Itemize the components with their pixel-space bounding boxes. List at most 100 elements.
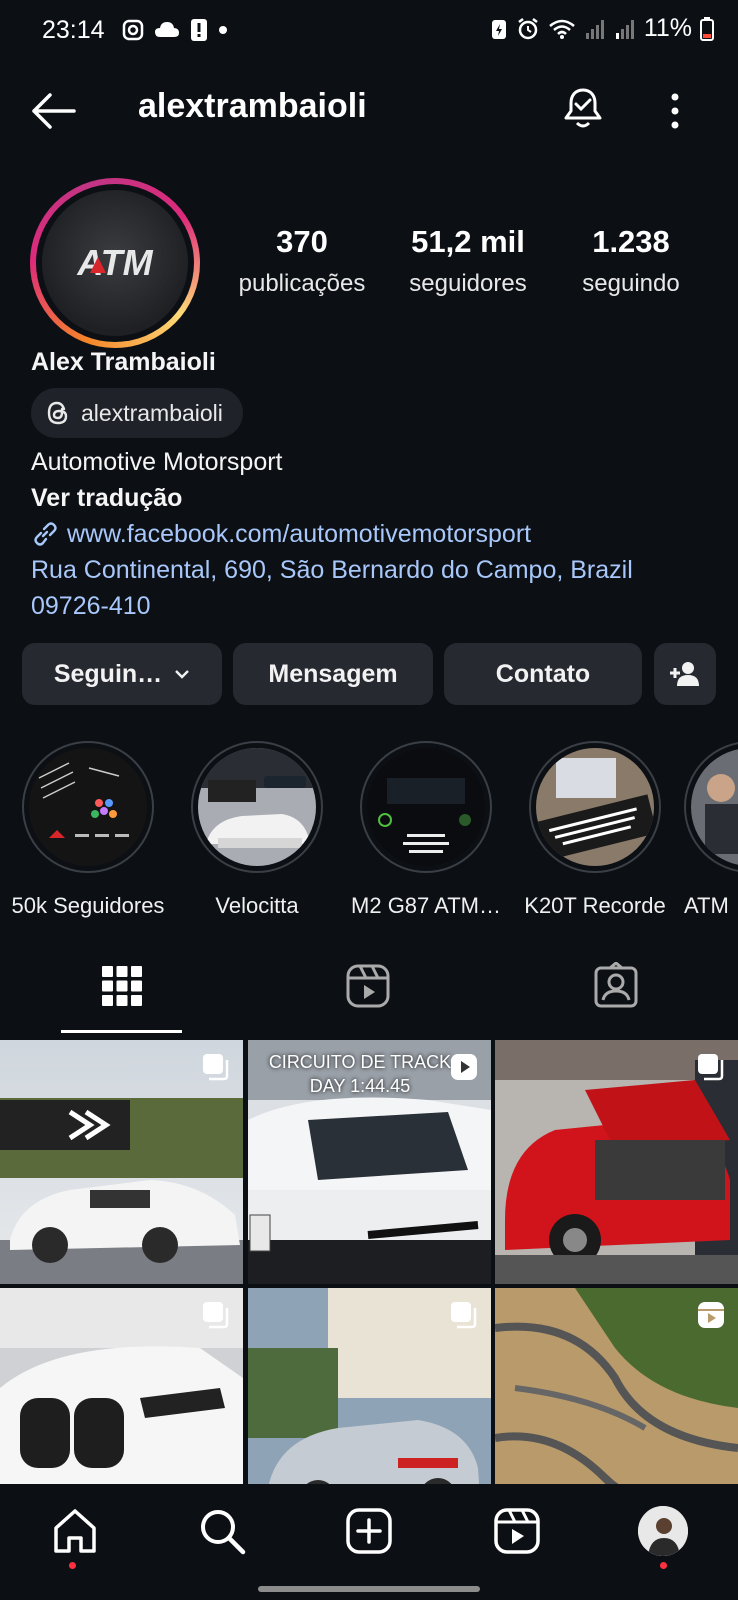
status-right-icons: 11% <box>490 14 714 43</box>
more-options-icon[interactable] <box>660 89 690 133</box>
active-tab-indicator <box>61 1030 182 1033</box>
gesture-bar <box>258 1586 480 1592</box>
status-bar: 23:14 11% <box>0 0 738 62</box>
carousel-icon <box>203 1302 229 1329</box>
address-line1[interactable]: Rua Continental, 690, São Bernardo do Ca… <box>31 552 633 588</box>
content-tabs <box>0 950 738 1036</box>
stat-followers[interactable]: 51,2 mil seguidores <box>398 224 538 298</box>
highlight-atm[interactable]: ATM <box>684 741 738 919</box>
stat-posts-label: publicações <box>238 270 366 297</box>
contact-button[interactable]: Contato <box>444 643 642 705</box>
highlight-ring <box>191 741 323 873</box>
highlight-ring <box>22 741 154 873</box>
post-caption: CIRCUITO DE TRACK DAY 1:44.45 <box>268 1052 452 1096</box>
stat-following[interactable]: 1.238 seguindo <box>561 224 701 298</box>
create-post-icon[interactable] <box>344 1506 394 1556</box>
reels-nav-icon[interactable] <box>492 1506 542 1556</box>
highlight-label: M2 G87 ATM… <box>351 893 501 918</box>
tab-tagged-icon[interactable] <box>592 962 640 1010</box>
highlight-cover-atm <box>691 748 738 866</box>
profile-bio: Automotive Motorsport Ver tradução www.f… <box>31 444 633 624</box>
battery-percent: 11% <box>643 14 692 42</box>
message-button-label: Mensagem <box>268 659 398 688</box>
reel-icon <box>451 1054 477 1080</box>
highlight-cover-m2 <box>367 748 485 866</box>
battery-saver-icon <box>491 19 506 39</box>
wifi-icon <box>549 19 575 39</box>
tab-grid-icon[interactable] <box>98 962 146 1010</box>
highlight-label: Velocitta <box>215 893 299 918</box>
highlight-50k[interactable]: 50k Seguidores <box>8 741 168 919</box>
highlight-cover-graphic <box>198 748 316 866</box>
highlight-cover-graphic <box>536 748 654 866</box>
threads-badge[interactable]: alextrambaioli <box>31 388 243 438</box>
instagram-notification-icon <box>122 19 144 41</box>
highlight-cover-velocitta <box>198 748 316 866</box>
highlight-ring <box>684 741 738 873</box>
contact-button-label: Contato <box>495 659 591 688</box>
highlight-label: K20T Recorde <box>524 893 666 918</box>
highlight-ring <box>529 741 661 873</box>
instagram-profile-screen: 23:14 11% alextrambaioli ATM 370 publica… <box>0 0 738 1600</box>
threads-icon <box>47 401 68 425</box>
avatar-icon <box>638 1506 688 1556</box>
avatar-border: ATM <box>36 184 194 342</box>
highlight-cover-50k <box>29 748 147 866</box>
alert-icon <box>191 19 207 41</box>
suggested-users-button[interactable] <box>654 643 716 705</box>
reel-icon <box>698 1302 724 1328</box>
highlight-m2-g87[interactable]: M2 G87 ATM… <box>346 741 506 919</box>
following-button-label: Seguin… <box>53 659 163 688</box>
atm-logo-text: ATM <box>76 243 153 283</box>
translate-link[interactable]: Ver tradução <box>31 480 633 516</box>
alarm-icon <box>518 17 538 39</box>
carousel-icon <box>698 1054 724 1081</box>
highlight-k20t[interactable]: K20T Recorde <box>515 741 675 919</box>
stat-following-label: seguindo <box>582 270 680 297</box>
highlight-label: ATM <box>684 893 729 918</box>
address-line2[interactable]: 09726-410 <box>31 588 633 624</box>
tab-reels-icon[interactable] <box>344 962 392 1010</box>
profile-category: Automotive Motorsport <box>31 448 283 476</box>
atm-logo-graphic: ATM <box>76 243 153 283</box>
signal-icon-1 <box>585 19 604 39</box>
status-time: 23:14 <box>42 16 105 44</box>
battery-icon <box>700 16 714 41</box>
link-icon <box>34 522 57 546</box>
post-thumbnail[interactable] <box>0 1040 243 1284</box>
highlight-velocitta[interactable]: Velocitta <box>177 741 337 919</box>
profile-avatar-nav[interactable] <box>638 1506 688 1556</box>
home-notification-dot <box>69 1562 76 1569</box>
post-thumbnail[interactable] <box>495 1040 738 1284</box>
highlight-label: 50k Seguidores <box>11 893 165 918</box>
external-link-text[interactable]: www.facebook.com/automotivemotorsport <box>67 516 531 552</box>
profile-avatar[interactable]: ATM <box>30 178 200 348</box>
add-person-icon <box>670 662 699 686</box>
stat-followers-label: seguidores <box>409 270 527 297</box>
highlight-cover-graphic <box>691 748 738 866</box>
stat-following-value: 1.238 <box>592 224 670 259</box>
status-left-icons <box>122 18 228 42</box>
signal-icon-2 <box>615 19 634 39</box>
atm-logo: ATM <box>42 190 188 336</box>
back-arrow-icon[interactable] <box>28 89 78 133</box>
message-button[interactable]: Mensagem <box>233 643 433 705</box>
stat-posts-value: 370 <box>276 224 328 259</box>
following-button[interactable]: Seguin… <box>22 643 222 705</box>
dot-icon <box>219 26 227 34</box>
profile-notification-dot <box>660 1562 667 1569</box>
notifications-bell-icon[interactable] <box>560 85 606 131</box>
stat-followers-value: 51,2 mil <box>411 224 525 259</box>
header-username: alextrambaioli <box>138 87 367 125</box>
stat-posts[interactable]: 370 publicações <box>232 224 372 298</box>
external-link[interactable]: www.facebook.com/automotivemotorsport <box>31 516 633 552</box>
carousel-icon <box>451 1302 477 1329</box>
highlight-ring <box>360 741 492 873</box>
post-thumbnail[interactable]: CIRCUITO DE TRACK DAY 1:44.45 <box>248 1040 491 1284</box>
highlight-cover-graphic <box>29 748 147 866</box>
search-icon[interactable] <box>197 1506 247 1556</box>
chevron-down-icon <box>175 670 190 679</box>
threads-handle: alextrambaioli <box>81 399 223 426</box>
home-icon[interactable] <box>50 1506 100 1556</box>
highlight-cover-k20t <box>536 748 654 866</box>
